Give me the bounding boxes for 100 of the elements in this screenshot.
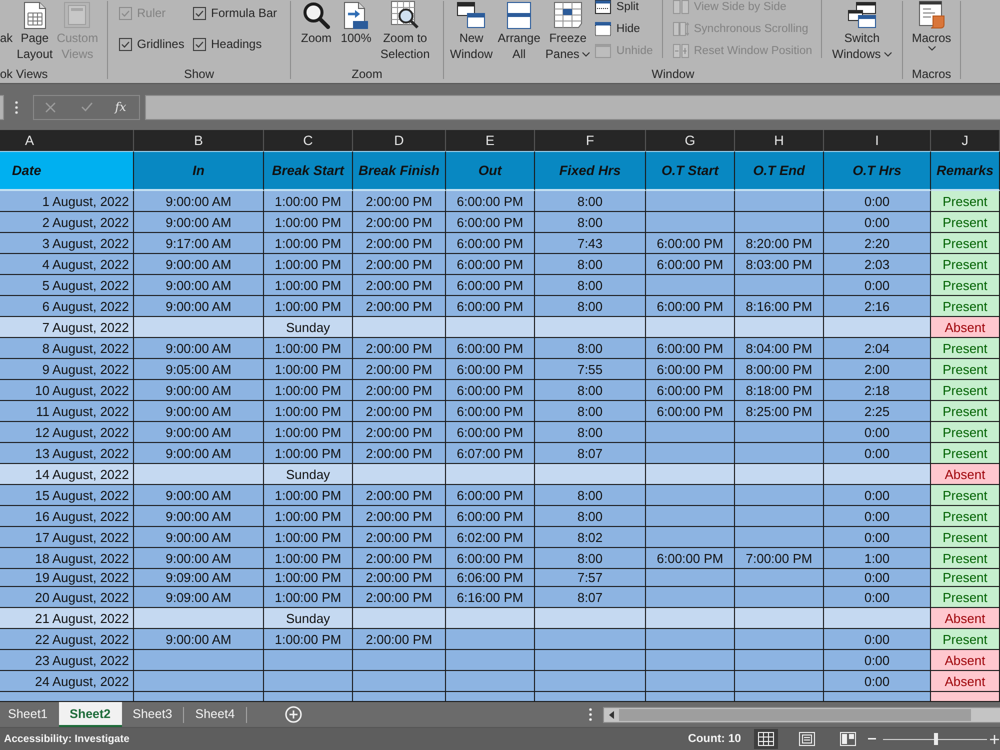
- table-cell: Absent: [931, 650, 1000, 671]
- split-window-icon: [595, 0, 612, 14]
- table-cell: 1:00:00 PM: [264, 587, 353, 608]
- table-cell: 9:00:00 AM: [134, 443, 264, 464]
- table-cell: 0:00: [824, 422, 931, 443]
- table-cell: 1:00:00 PM: [264, 443, 353, 464]
- window-icon: [595, 22, 612, 36]
- slider-thumb[interactable]: [934, 733, 938, 745]
- table-cell: 8:00: [535, 212, 646, 233]
- formula-input-field[interactable]: [145, 94, 1000, 120]
- table-cell: 9:00:00 AM: [134, 527, 264, 548]
- group-label: Window: [652, 66, 694, 83]
- table-cell: 6:06:00 PM: [446, 569, 535, 587]
- table-cell: 22 August, 2022: [0, 629, 134, 650]
- arrange-all-button[interactable]: Arrange All: [496, 0, 542, 62]
- table-cell: 0:00: [824, 485, 931, 506]
- header-cell: Date: [0, 151, 134, 191]
- table-cell: 0:00: [824, 671, 931, 692]
- plus-circle-icon[interactable]: [284, 706, 302, 723]
- table-cell: 9:00:00 AM: [134, 191, 264, 212]
- new-window-button[interactable]: New Window: [448, 0, 495, 62]
- table-cell: 2:00:00 PM: [353, 275, 446, 296]
- vertical-dots-icon[interactable]: [589, 708, 592, 721]
- insert-function-button[interactable]: fx: [115, 100, 126, 114]
- split-button[interactable]: Split: [595, 0, 653, 18]
- page-layout-button[interactable]: Page Layout: [14, 0, 55, 62]
- zoom-button[interactable]: Zoom: [299, 0, 334, 46]
- checkbox[interactable]: Headings: [193, 34, 290, 54]
- header-cell: Break Finish: [353, 151, 446, 191]
- frame-icon: [64, 2, 90, 28]
- table-cell: 0:00: [824, 569, 931, 587]
- table-cell: Present: [931, 527, 1000, 548]
- table-cell: 9:00:00 AM: [134, 275, 264, 296]
- table-cell: 6:00:00 PM: [446, 212, 535, 233]
- table-cell: 2:00:00 PM: [353, 629, 446, 650]
- ribbon-button[interactable]: ak: [0, 0, 15, 46]
- table-cell: Present: [931, 338, 1000, 359]
- table-cell: Present: [931, 485, 1000, 506]
- table-cell: 8:00: [535, 275, 646, 296]
- scrollbar-thumb[interactable]: [619, 708, 971, 720]
- sheet-tab[interactable]: Sheet1: [0, 702, 59, 727]
- horizontal-scrollbar[interactable]: [603, 706, 1000, 722]
- group-label: Macros: [912, 66, 952, 83]
- pages-scroll-icon: [672, 22, 689, 36]
- macros-button[interactable]: Macros: [910, 0, 954, 51]
- table-cell: 1:00:00 PM: [264, 275, 353, 296]
- table-cell: 2:00:00 PM: [353, 254, 446, 275]
- stacked-windows-icon: [507, 2, 532, 28]
- table-cell: 1:00:00 PM: [264, 254, 353, 275]
- grid-magnifier-icon: [391, 1, 420, 29]
- table-cell: 0:00: [824, 443, 931, 464]
- table-cell: 24 August, 2022: [0, 671, 134, 692]
- table-cell: 6:00:00 PM: [446, 548, 535, 569]
- sheet-tab[interactable]: Sheet4: [184, 702, 246, 727]
- vertical-dots-icon[interactable]: [15, 100, 18, 114]
- plus-icon[interactable]: [990, 734, 999, 744]
- left-arrow-icon[interactable]: [609, 710, 614, 718]
- table-cell: 2:00: [824, 359, 931, 380]
- table-cell: 2:00:00 PM: [353, 212, 446, 233]
- table-cell: 8:25:00 PM: [735, 401, 824, 422]
- table-cell: 2:00:00 PM: [353, 527, 446, 548]
- table-cell: 9:00:00 AM: [134, 338, 264, 359]
- check-icon[interactable]: [81, 102, 93, 112]
- table-cell: Present: [931, 422, 1000, 443]
- table-cell: 23 August, 2022: [0, 650, 134, 671]
- checkbox-icon[interactable]: [193, 38, 206, 50]
- table-cell: 8:07: [535, 443, 646, 464]
- table-cell: 1:00:00 PM: [264, 422, 353, 443]
- table-cell: 9:00:00 AM: [134, 212, 264, 233]
- table-cell: 9:00:00 AM: [134, 485, 264, 506]
- table-cell: 1:00:00 PM: [264, 233, 353, 254]
- table-cell: 6:00:00 PM: [446, 233, 535, 254]
- table-cell: 2:03: [824, 254, 931, 275]
- table-cell: 8 August, 2022: [0, 338, 134, 359]
- checkbox[interactable]: Gridlines: [119, 34, 193, 54]
- table-cell: 6:00:00 PM: [446, 506, 535, 527]
- table-cell: 2:00:00 PM: [353, 422, 446, 443]
- normal-view-button[interactable]: [754, 729, 778, 749]
- checkbox-icon[interactable]: [193, 6, 206, 20]
- sheet-tab[interactable]: Sheet2: [58, 702, 122, 727]
- name-box-field[interactable]: [0, 94, 4, 120]
- table-cell: Present: [931, 191, 1000, 212]
- hide-button[interactable]: Hide: [595, 18, 653, 40]
- accessibility-status[interactable]: Accessibility: Investigate: [4, 733, 130, 745]
- table-cell: 2:00:00 PM: [353, 380, 446, 401]
- zoom-to-selection-button[interactable]: Zoom to Selection: [378, 0, 432, 62]
- switch-windows-button[interactable]: Switch Windows: [830, 0, 894, 62]
- sheet-tab[interactable]: Sheet3: [122, 702, 184, 727]
- checkbox[interactable]: Formula Bar: [193, 3, 290, 23]
- minus-icon[interactable]: [868, 738, 876, 740]
- table-cell: 9:00:00 AM: [134, 548, 264, 569]
- freeze-panes-button[interactable]: Freeze Panes: [543, 0, 592, 62]
- zoom-100-button[interactable]: 100%: [338, 0, 374, 46]
- checkbox-icon[interactable]: [119, 38, 132, 50]
- pages-icon: [672, 44, 689, 58]
- table-cell: 9 August, 2022: [0, 359, 134, 380]
- table-cell: 8:00: [535, 254, 646, 275]
- table-cell: 19 August, 2022: [0, 569, 134, 587]
- table-cell: 1:00:00 PM: [264, 359, 353, 380]
- table-cell: 9:17:00 AM: [134, 233, 264, 254]
